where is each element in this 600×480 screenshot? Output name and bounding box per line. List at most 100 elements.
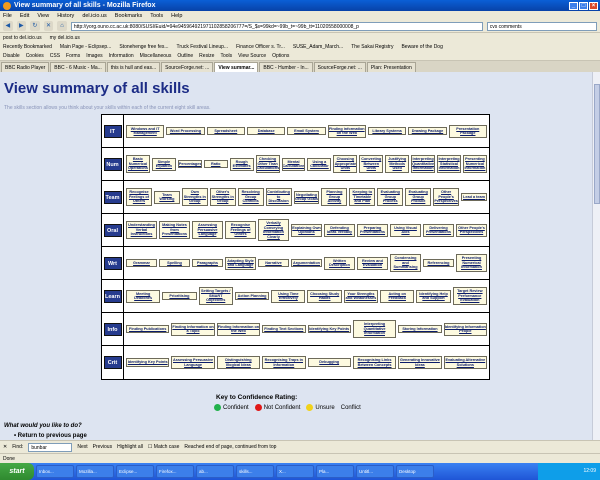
skill-link[interactable]: Finding Text Sections (262, 324, 306, 334)
skill-link[interactable]: Distinguishing Illogical Ideas (216, 356, 261, 369)
scroll-thumb[interactable] (594, 84, 600, 204)
skill-link[interactable]: Converting Between Units (359, 155, 384, 173)
taskbar-button[interactable]: Untitl... (356, 465, 394, 478)
skill-link[interactable]: Simple Equation (151, 157, 176, 171)
skill-link[interactable]: Written Description (324, 256, 355, 270)
skill-link[interactable]: Planning Group Activity (321, 188, 348, 206)
my-delicious[interactable]: my del.icio.us (50, 35, 80, 41)
skill-link[interactable]: Keeping to Timetable and Plan (349, 188, 376, 206)
skill-area-icon[interactable]: IT (103, 124, 122, 138)
bookmark-item[interactable]: Truck Festival Lineup... (177, 44, 229, 50)
maximize-button[interactable]: □ (579, 1, 588, 10)
skill-link[interactable]: Spreadsheet (206, 126, 245, 136)
tab-hull[interactable]: this is hull and eas... (106, 62, 161, 72)
skill-link[interactable]: Interpreting Quantitative Information (411, 155, 436, 173)
skill-area-icon[interactable]: Crit (103, 356, 122, 369)
skill-link[interactable]: Recognising Traps in Information (262, 356, 306, 369)
match-case-checkbox[interactable]: ☐ Match case (148, 444, 179, 450)
url-bar[interactable]: http://yorg.ouno.cc.ac.uk:8080/SUSI/Euid… (70, 21, 483, 31)
skill-link[interactable]: Condensing and Summarising (390, 254, 421, 272)
skill-link[interactable]: Making Notes from Presentations (159, 221, 190, 239)
dev-css[interactable]: CSS (50, 53, 60, 59)
skill-link[interactable]: Finding Information on a Topic (171, 322, 215, 336)
find-previous-button[interactable]: Previous (93, 444, 112, 450)
skill-link[interactable]: Acting on Feedback (380, 289, 415, 303)
find-input[interactable]: bunbar (28, 442, 73, 452)
skill-link[interactable]: Generating Innovative Ideas (398, 356, 442, 369)
skill-link[interactable]: Other People's Perspectives (433, 188, 460, 206)
skill-link[interactable]: Review and Evaluation (357, 256, 388, 270)
skill-area-icon[interactable]: Wrt (103, 256, 122, 270)
skill-link[interactable]: Using a Calculator (307, 157, 332, 171)
menu-help[interactable]: Help (171, 13, 182, 19)
skill-link[interactable]: Presenting Numerical Information (462, 155, 487, 173)
skill-link[interactable]: Narrative (258, 258, 289, 268)
taskbar-button[interactable]: ab... (196, 465, 234, 478)
taskbar-button[interactable]: Inbox... (36, 465, 74, 478)
menu-delicious[interactable]: del.icio.us (82, 13, 106, 19)
skill-link[interactable]: Evaluating Group Process (377, 188, 404, 206)
dev-resize[interactable]: Resize (199, 53, 214, 59)
skill-link[interactable]: Presentation Package (448, 124, 487, 138)
skill-link[interactable]: Adapting Style and Language (225, 256, 256, 270)
tab-bbc-radio[interactable]: BBC Radio Player (1, 62, 50, 72)
menu-history[interactable]: History (57, 13, 74, 19)
taskbar-button[interactable]: Firefox... (156, 465, 194, 478)
skill-link[interactable]: Using Time Effectively (271, 289, 306, 303)
skill-link[interactable]: Lead a team (461, 192, 487, 202)
page-scrollbar[interactable] (592, 72, 600, 440)
skill-area-icon[interactable]: Num (103, 157, 122, 171)
tab-view-summary[interactable]: View summar... (214, 62, 259, 72)
close-button[interactable]: × (589, 1, 598, 10)
skill-link[interactable]: Choosing Study Habits (307, 289, 342, 303)
skill-link[interactable]: Evaluating Group Product (405, 188, 432, 206)
skill-link[interactable]: Referencing (423, 258, 454, 268)
bookmark-item[interactable]: Finance Officer s. Tr... (236, 44, 285, 50)
skill-link[interactable]: Assessing Persuasive Language (171, 356, 215, 369)
skill-link[interactable]: Delivering Presentations (423, 223, 454, 237)
skill-link[interactable]: Recognise Feelings of Others (126, 188, 152, 206)
return-link[interactable]: • Return to previous page (14, 433, 87, 439)
home-icon[interactable]: ⌂ (57, 21, 67, 31)
skill-link[interactable]: Evaluating Alternative Solutions (443, 356, 487, 369)
dev-options[interactable]: Options (272, 53, 289, 59)
bookmark-item[interactable]: Main Page - Eclipsep... (60, 44, 111, 50)
find-next-button[interactable]: Next (77, 444, 87, 450)
bookmark-item[interactable]: The Sakai Registry (351, 44, 393, 50)
skill-link[interactable]: Prioritising (162, 291, 197, 301)
dev-cookies[interactable]: Cookies (26, 53, 44, 59)
find-close-icon[interactable]: ✕ (3, 444, 7, 450)
menu-bookmarks[interactable]: Bookmarks (115, 13, 143, 19)
dev-view-source[interactable]: View Source (238, 53, 266, 59)
skill-link[interactable]: Meeting Deadlines (126, 289, 161, 303)
bookmark-item[interactable]: Stonehenge free fes... (119, 44, 168, 50)
skill-link[interactable]: Explaining Own Opinions (291, 223, 322, 237)
back-icon[interactable]: ◀ (3, 21, 13, 31)
skill-link[interactable]: Word Processing (166, 126, 205, 136)
minimize-button[interactable]: _ (569, 1, 578, 10)
skill-link[interactable]: Assessing Persuasive Language (192, 221, 223, 239)
skill-link[interactable]: Drawing Package (408, 126, 447, 136)
skill-link[interactable]: Interpreting Quantitative Information (352, 320, 397, 338)
skill-link[interactable]: Justifying Methods Used (385, 155, 410, 173)
skill-link[interactable]: Contributing to Discussion (265, 188, 292, 206)
taskbar-button[interactable]: Pla... (316, 465, 354, 478)
skill-link[interactable]: Negotiating Group Goals (293, 190, 320, 204)
skill-link[interactable]: Choosing Appropriate Units (333, 155, 358, 173)
skill-link[interactable]: Verbally Conveying Information Clearly (258, 219, 289, 241)
dev-disable[interactable]: Disable (3, 53, 20, 59)
skill-link[interactable]: Storing Information (398, 324, 442, 334)
skill-link[interactable]: Library Systems (367, 126, 407, 136)
tab-bbc-humber[interactable]: BBC - Humber - In... (259, 62, 313, 72)
menu-file[interactable]: File (3, 13, 12, 19)
skill-link[interactable]: Understanding Verbal Instructions (126, 221, 157, 239)
skill-link[interactable]: Percentages (177, 159, 202, 169)
skill-link[interactable]: Ratio (203, 159, 228, 169)
skill-link[interactable]: Action Planning (234, 291, 270, 301)
skill-link[interactable]: Using Visual Aids (390, 223, 421, 237)
search-input[interactable]: cvs comments (486, 21, 598, 31)
taskbar-button[interactable]: skills... (236, 465, 274, 478)
skill-link[interactable]: Recognising Links Between Concepts (352, 356, 397, 369)
stop-icon[interactable]: ✕ (43, 21, 54, 31)
skill-link[interactable]: Debugging (307, 358, 351, 367)
